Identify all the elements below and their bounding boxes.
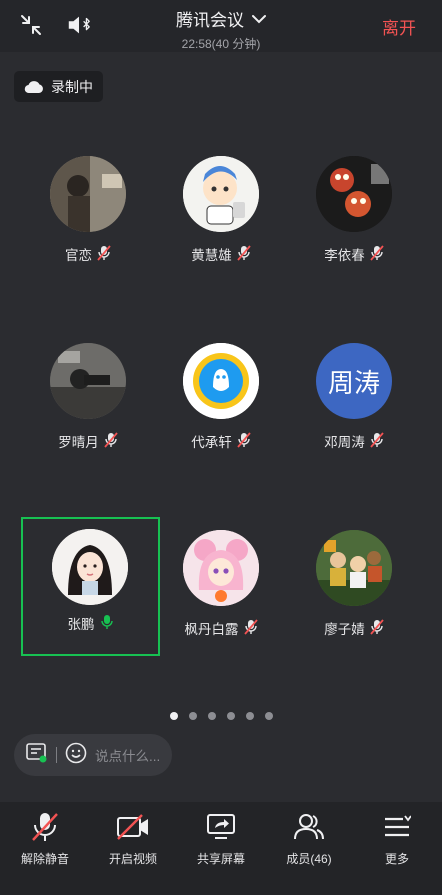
leave-button[interactable]: 离开 — [382, 14, 416, 39]
avatar — [183, 530, 259, 606]
mic-muted-icon — [370, 431, 384, 451]
subtitles-icon[interactable] — [26, 742, 48, 768]
mic-muted-icon — [370, 618, 384, 638]
participant-name: 张鹏 — [67, 617, 95, 632]
meeting-title-area[interactable]: 腾讯会议 22:58(40 分钟) — [0, 6, 442, 52]
divider — [56, 747, 57, 763]
mic-off-icon — [28, 810, 62, 844]
members-button[interactable]: 成员(46) — [265, 810, 353, 867]
participant-tile[interactable]: 廖子婧 — [289, 528, 419, 658]
bottom-toolbar: 解除静音 开启视频 共享屏幕 成员(46) 更多 — [0, 802, 442, 895]
share-screen-label: 共享屏幕 — [196, 852, 245, 866]
mic-muted-icon — [370, 244, 384, 264]
share-screen-button[interactable]: 共享屏幕 — [177, 810, 265, 867]
page-dot[interactable] — [226, 712, 235, 720]
members-icon — [292, 810, 326, 844]
avatar — [183, 156, 259, 232]
menu-icon — [380, 810, 414, 844]
avatar — [316, 530, 392, 606]
more-button[interactable]: 更多 — [353, 810, 441, 867]
participant-tile[interactable]: 李依春 — [289, 154, 419, 284]
start-video-button[interactable]: 开启视频 — [89, 810, 177, 867]
chat-placeholder[interactable]: 说点什么... — [95, 745, 160, 765]
avatar — [183, 343, 259, 419]
page-dot[interactable] — [264, 712, 273, 720]
participant-name: 枫丹白露 — [184, 622, 239, 637]
mic-muted-icon — [237, 244, 251, 264]
participant-tile[interactable]: 官恋 — [23, 154, 153, 284]
more-label: 更多 — [384, 852, 409, 866]
mic-active-icon — [100, 614, 114, 633]
share-screen-icon — [204, 810, 238, 844]
avatar — [50, 156, 126, 232]
recording-badge[interactable]: 录制中 — [14, 71, 103, 102]
avatar-initials: 周涛 — [327, 367, 380, 398]
top-bar: 腾讯会议 22:58(40 分钟) 离开 — [0, 0, 442, 52]
page-dot[interactable] — [245, 712, 254, 720]
participant-name: 邓周涛 — [324, 435, 365, 450]
cloud-icon — [24, 80, 43, 93]
avatar — [52, 529, 128, 605]
participant-tile-speaking[interactable]: 张鹏 — [21, 517, 160, 656]
avatar — [50, 343, 126, 419]
page-indicator[interactable] — [0, 712, 442, 720]
start-video-label: 开启视频 — [108, 852, 157, 866]
qq-penguin-icon — [183, 343, 259, 419]
mic-muted-icon — [104, 431, 118, 451]
mic-muted-icon — [237, 431, 251, 451]
participant-tile[interactable]: 枫丹白露 — [156, 528, 286, 658]
mic-muted-icon — [97, 244, 111, 264]
members-label: 成员(46) — [286, 852, 332, 866]
recording-label: 录制中 — [51, 78, 93, 95]
chevron-down-icon — [252, 14, 266, 23]
chat-input-bar[interactable]: 说点什么... — [14, 734, 172, 776]
emoji-icon[interactable] — [65, 742, 87, 769]
participant-name: 廖子婧 — [324, 622, 365, 637]
page-dot[interactable] — [207, 712, 216, 720]
avatar: 周涛 — [316, 343, 392, 419]
page-dot[interactable] — [169, 712, 178, 720]
meeting-title: 腾讯会议 — [176, 11, 244, 30]
meeting-duration: 22:58(40 分钟) — [181, 37, 261, 51]
participant-tile[interactable]: 代承轩 — [156, 341, 286, 471]
participant-name: 官恋 — [65, 248, 92, 263]
participant-name: 罗晴月 — [58, 435, 99, 450]
unmute-label: 解除静音 — [20, 852, 69, 866]
page-dot[interactable] — [188, 712, 197, 720]
avatar — [316, 156, 392, 232]
video-off-icon — [116, 810, 150, 844]
participant-name: 代承轩 — [191, 435, 232, 450]
mic-muted-icon — [243, 618, 258, 638]
participant-tile[interactable]: 罗晴月 — [23, 341, 153, 471]
participant-name: 李依春 — [324, 248, 365, 263]
participant-tile[interactable]: 周涛 邓周涛 — [289, 341, 419, 471]
participant-name: 黄慧雄 — [191, 248, 232, 263]
unmute-button[interactable]: 解除静音 — [1, 810, 89, 867]
participant-tile[interactable]: 黄慧雄 — [156, 154, 286, 284]
